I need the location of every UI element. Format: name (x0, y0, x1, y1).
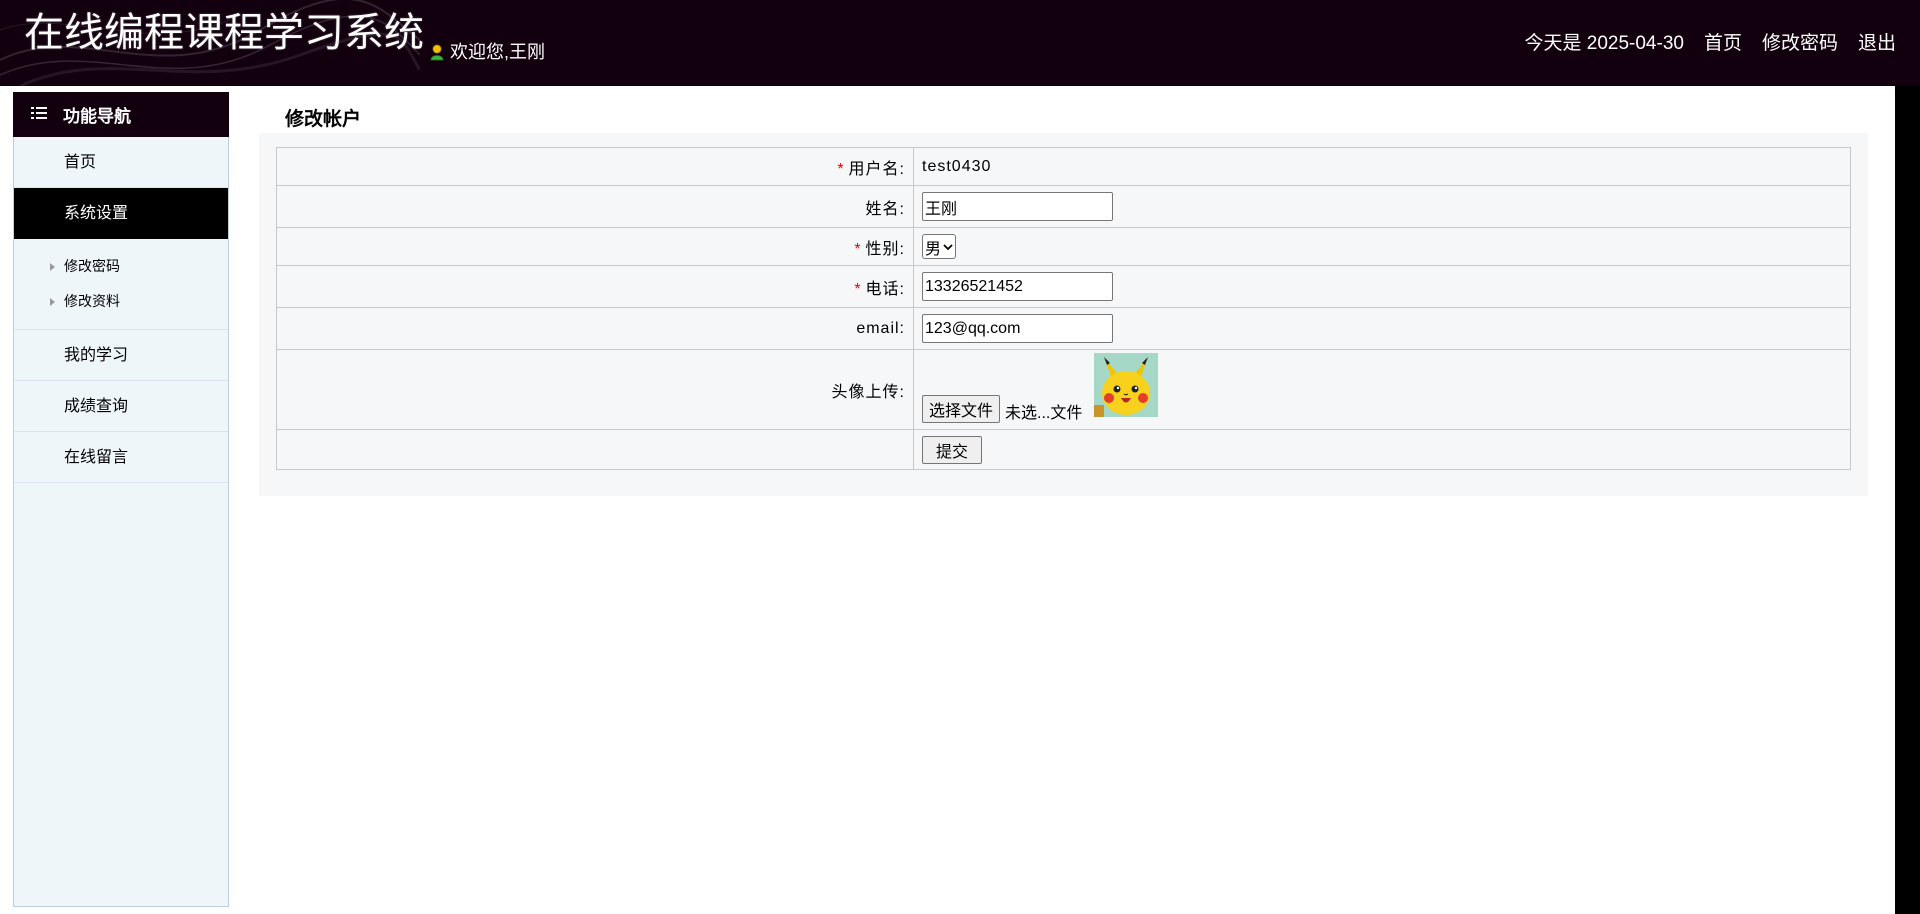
submenu-change-password[interactable]: 修改密码 (14, 249, 228, 284)
submit-button[interactable]: 提交 (922, 435, 983, 464)
gender-label: 性别: (865, 240, 905, 258)
form-row-name: 姓名: (276, 185, 1851, 228)
gender-label-cell: * 性别: (276, 227, 914, 266)
chevron-down-icon (943, 243, 953, 250)
triangle-right-icon (50, 298, 55, 306)
phone-label-cell: * 电话: (276, 265, 914, 308)
sidebar-item-online-message[interactable]: 在线留言 (14, 432, 228, 483)
nav-logout-link[interactable]: 退出 (1858, 32, 1896, 56)
form-row-submit: 提交 (276, 429, 1851, 470)
submenu-label: 修改资料 (64, 293, 120, 309)
account-form: *用户名: test0430 姓名: *性别: 男 *电话: email: 头像 (276, 147, 1851, 470)
sidebar-item-score-query[interactable]: 成绩查询 (14, 381, 228, 432)
sidebar-header: 功能导航 (13, 92, 229, 137)
empty-cell (276, 429, 914, 470)
username-label-cell: * 用户名: (276, 147, 914, 186)
submit-cell: 提交 (913, 429, 1851, 470)
required-mark: * (837, 160, 845, 178)
welcome-message: 欢迎您,王刚 (430, 40, 545, 67)
username-value: test0430 (913, 147, 1851, 186)
form-row-gender: * 性别: 男 (276, 227, 1851, 266)
form-row-email: email: (276, 307, 1851, 350)
welcome-text: 欢迎您,王刚 (450, 42, 546, 62)
form-row-username: * 用户名: test0430 (276, 147, 1851, 186)
nav-change-password-link[interactable]: 修改密码 (1762, 32, 1838, 56)
phone-label: 电话: (865, 280, 905, 298)
sidebar-item-my-study[interactable]: 我的学习 (14, 330, 228, 381)
required-mark: * (854, 280, 862, 298)
choose-file-button[interactable]: 选择文件 (922, 394, 1001, 423)
gender-select[interactable]: 男 (922, 234, 957, 259)
right-border-strip (1895, 86, 1920, 914)
file-upload-row: 选择文件 未选...文件 (922, 352, 1850, 423)
file-status-text: 未选...文件 (1005, 404, 1083, 422)
email-label: email: (276, 307, 914, 350)
name-cell (913, 185, 1851, 228)
avatar-label: 头像上传: (276, 349, 914, 430)
form-row-avatar: 头像上传: 选择文件 未选...文件 (276, 349, 1851, 430)
sidebar-title: 功能导航 (63, 107, 131, 126)
sidebar-item-home[interactable]: 首页 (14, 137, 228, 188)
form-row-phone: * 电话: (276, 265, 1851, 308)
sidebar: 功能导航 首页 系统设置 修改密码 修改资料 我的学习 成绩查询 在线留言 (13, 92, 229, 907)
name-label: 姓名: (276, 185, 914, 228)
settings-submenu: 修改密码 修改资料 (14, 239, 228, 330)
form-panel: *用户名: test0430 姓名: *性别: 男 *电话: email: 头像 (259, 133, 1868, 496)
top-nav: 今天是 2025-04-30 首页 修改密码 退出 (1524, 32, 1896, 56)
submenu-edit-profile[interactable]: 修改资料 (14, 284, 228, 319)
triangle-right-icon (50, 263, 55, 271)
list-icon (31, 105, 47, 125)
gender-selected-value: 男 (925, 240, 942, 258)
user-icon (430, 43, 444, 67)
required-mark: * (854, 240, 862, 258)
app-title: 在线编程课程学习系统 (24, 11, 424, 55)
avatar-cell: 选择文件 未选...文件 (913, 349, 1851, 430)
username-label: 用户名: (848, 160, 905, 178)
submenu-label: 修改密码 (64, 258, 120, 274)
email-cell (913, 307, 1851, 350)
nav-home-link[interactable]: 首页 (1704, 32, 1742, 56)
sidebar-item-system-settings[interactable]: 系统设置 (14, 188, 228, 239)
avatar-preview-image (1094, 352, 1159, 417)
name-input[interactable] (922, 192, 1113, 221)
phone-cell (913, 265, 1851, 308)
email-input[interactable] (922, 314, 1113, 343)
top-header: 在线编程课程学习系统 欢迎您,王刚 今天是 2025-04-30 首页 修改密码… (0, 0, 1920, 86)
current-date: 今天是 2025-04-30 (1524, 33, 1684, 54)
phone-input[interactable] (922, 272, 1113, 301)
page-title: 修改帐户 (285, 109, 362, 130)
gender-cell: 男 (913, 227, 1851, 266)
